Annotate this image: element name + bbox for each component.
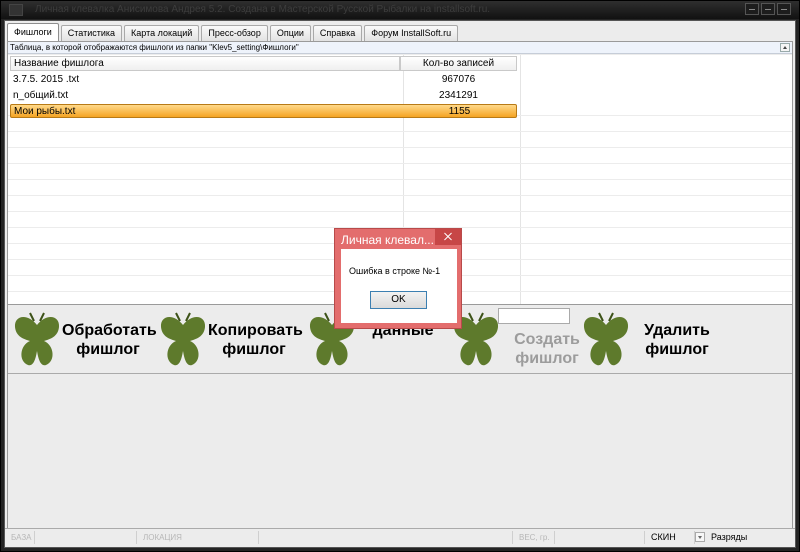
window-title: Личная клевалка Анисимова Андрея 5.2. Со… xyxy=(35,4,491,15)
close-window-button[interactable] xyxy=(777,3,791,15)
button-label-line: фишлог xyxy=(222,341,286,358)
status-location: ЛОКАЦИЯ xyxy=(139,531,259,544)
grid-divider xyxy=(8,211,792,212)
button-label: Удалить фишлог xyxy=(631,321,723,359)
fishlog-name-cell: Мои рыбы.txt xyxy=(14,106,76,117)
table-caption-text: Таблица, в которой отображаются фишлоги … xyxy=(10,43,299,52)
grid-divider xyxy=(8,131,792,132)
record-count-cell: 2341291 xyxy=(439,90,478,101)
tab-forum[interactable]: Форум InstallSoft.ru xyxy=(364,25,459,41)
fishlog-name-cell: 3.7.5. 2015 .txt xyxy=(13,74,80,85)
record-count-cell: 967076 xyxy=(441,74,476,85)
butterfly-icon xyxy=(14,312,60,366)
fishlog-name-cell: n_общий.txt xyxy=(13,90,69,101)
tab-options[interactable]: Опции xyxy=(269,25,311,41)
delete-fishlog-button[interactable]: Удалить фишлог xyxy=(580,308,723,370)
error-dialog: Личная клевал... Ошибка в строке №-1 OK xyxy=(334,228,462,329)
dialog-message: Ошибка в строке №-1 xyxy=(349,266,441,276)
dialog-body: Ошибка в строке №-1 OK xyxy=(341,249,457,323)
tab-statistics[interactable]: Статистика xyxy=(60,25,123,41)
tab-location-map[interactable]: Карта локаций xyxy=(124,25,200,41)
minimize-button[interactable] xyxy=(745,3,759,15)
tab-fishlogs[interactable]: Фишлоги xyxy=(7,23,59,41)
butterfly-icon xyxy=(583,312,629,366)
dialog-title: Личная клевал... xyxy=(341,233,434,247)
button-label-line: фишлог xyxy=(76,341,140,358)
column-header-count[interactable]: Кол-во записей xyxy=(400,56,517,71)
status-bar: БАЗА ЛОКАЦИЯ ВЕС, гр. СКИН Разряды xyxy=(5,528,795,546)
main-window: Личная клевалка Анисимова Андрея 5.2. Со… xyxy=(0,0,800,552)
butterfly-icon xyxy=(160,312,206,366)
collapse-arrow-icon[interactable] xyxy=(780,43,790,52)
tab-strip: Фишлоги Статистика Карта локаций Пресс-о… xyxy=(7,23,459,41)
tab-press-review[interactable]: Пресс-обзор xyxy=(201,25,268,41)
record-count-cell: 1155 xyxy=(448,106,471,117)
button-label-line: Обработать xyxy=(62,322,157,339)
ranks-select[interactable]: Разряды xyxy=(707,531,787,544)
status-location-value xyxy=(261,531,513,544)
dialog-close-button[interactable] xyxy=(435,229,461,245)
button-label-line: Копировать xyxy=(208,322,303,339)
ok-button[interactable]: OK xyxy=(370,291,427,309)
grid-divider xyxy=(8,147,792,148)
status-base-value xyxy=(37,531,137,544)
table-row[interactable]: n_общий.txt 2341291 xyxy=(10,89,517,103)
new-fishlog-name-input[interactable] xyxy=(498,308,570,324)
status-weight: ВЕС, гр. xyxy=(515,531,555,544)
column-header-name[interactable]: Название фишлога xyxy=(10,56,400,71)
table-caption: Таблица, в которой отображаются фишлоги … xyxy=(8,42,792,54)
table-row[interactable]: 3.7.5. 2015 .txt 967076 xyxy=(10,73,517,87)
maximize-button[interactable] xyxy=(761,3,775,15)
title-bar[interactable]: Личная клевалка Анисимова Андрея 5.2. Со… xyxy=(1,1,799,19)
app-logo-icon xyxy=(9,4,23,16)
button-label: Копировать фишлог xyxy=(208,321,303,359)
status-base: БАЗА xyxy=(7,531,35,544)
chevron-down-icon[interactable] xyxy=(695,532,705,542)
button-label-line: Удалить xyxy=(644,322,710,339)
status-weight-value xyxy=(557,531,645,544)
grid-divider xyxy=(8,179,792,180)
grid-divider xyxy=(8,163,792,164)
button-label: Обработать фишлог xyxy=(62,321,157,359)
table-row-selected[interactable]: Мои рыбы.txt 1155 xyxy=(10,104,517,118)
skin-select[interactable]: СКИН xyxy=(647,531,695,544)
copy-fishlog-button[interactable]: Копировать фишлог xyxy=(157,308,303,370)
button-label-line: фишлог xyxy=(645,341,709,358)
process-fishlog-button[interactable]: Обработать фишлог xyxy=(11,308,157,370)
tab-help[interactable]: Справка xyxy=(312,25,363,41)
grid-divider xyxy=(8,195,792,196)
